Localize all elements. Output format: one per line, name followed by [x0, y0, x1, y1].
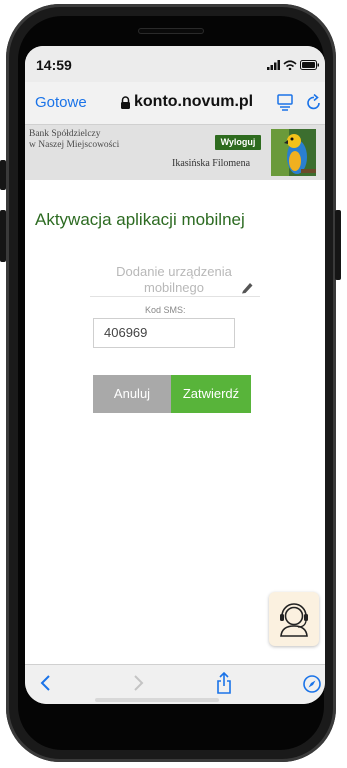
pencil-icon[interactable] — [240, 280, 254, 294]
screen: 14:59 Gotowe konto.novum.pl Bank Spółdzi… — [25, 46, 325, 704]
device-label: Dodanie urządzenia mobilnego — [99, 264, 249, 296]
side-button — [0, 160, 6, 190]
sms-code-input[interactable]: 406969 — [93, 318, 235, 348]
reload-icon[interactable] — [306, 94, 322, 111]
home-indicator[interactable] — [95, 698, 219, 702]
page-title: Aktywacja aplikacji mobilnej — [35, 210, 245, 229]
speaker-grille — [138, 28, 204, 34]
sms-code-label: Kod SMS: — [145, 305, 186, 315]
bank-header: Bank Spółdzielczy w Naszej Miejscowości … — [25, 125, 325, 180]
status-bar: 14:59 — [25, 46, 325, 82]
logout-button[interactable]: Wyloguj — [215, 135, 261, 150]
help-button[interactable] — [269, 592, 319, 646]
confirm-button[interactable]: Zatwierdź — [171, 375, 251, 413]
back-icon[interactable] — [39, 673, 53, 693]
device-label-line2: mobilnego — [144, 280, 204, 295]
avatar — [271, 129, 316, 176]
support-agent-icon — [280, 603, 308, 637]
user-name: Ikasińska Filomena — [172, 158, 251, 169]
bank-name: Bank Spółdzielczy w Naszej Miejscowości — [29, 129, 189, 151]
device-underline — [90, 296, 260, 297]
volume-button — [0, 210, 6, 262]
compass-icon[interactable] — [302, 674, 322, 694]
signal-icon — [267, 60, 280, 70]
bank-name-line1: Bank Spółdzielczy — [29, 129, 101, 139]
share-icon[interactable] — [215, 671, 233, 695]
device-label-line1: Dodanie urządzenia — [116, 264, 232, 279]
wifi-icon — [283, 60, 297, 70]
browser-bar: Gotowe konto.novum.pl — [25, 82, 325, 125]
status-time: 14:59 — [36, 57, 72, 73]
lock-icon — [121, 96, 130, 109]
address-bar[interactable]: konto.novum.pl — [134, 93, 253, 111]
tabs-icon[interactable] — [277, 94, 293, 112]
done-button[interactable]: Gotowe — [35, 94, 87, 111]
forward-icon[interactable] — [131, 673, 145, 693]
battery-icon — [300, 60, 319, 70]
cancel-button[interactable]: Anuluj — [93, 375, 171, 413]
power-button — [335, 210, 341, 280]
bank-name-line2: w Naszej Miejscowości — [29, 140, 120, 150]
parrot-image — [271, 129, 316, 176]
